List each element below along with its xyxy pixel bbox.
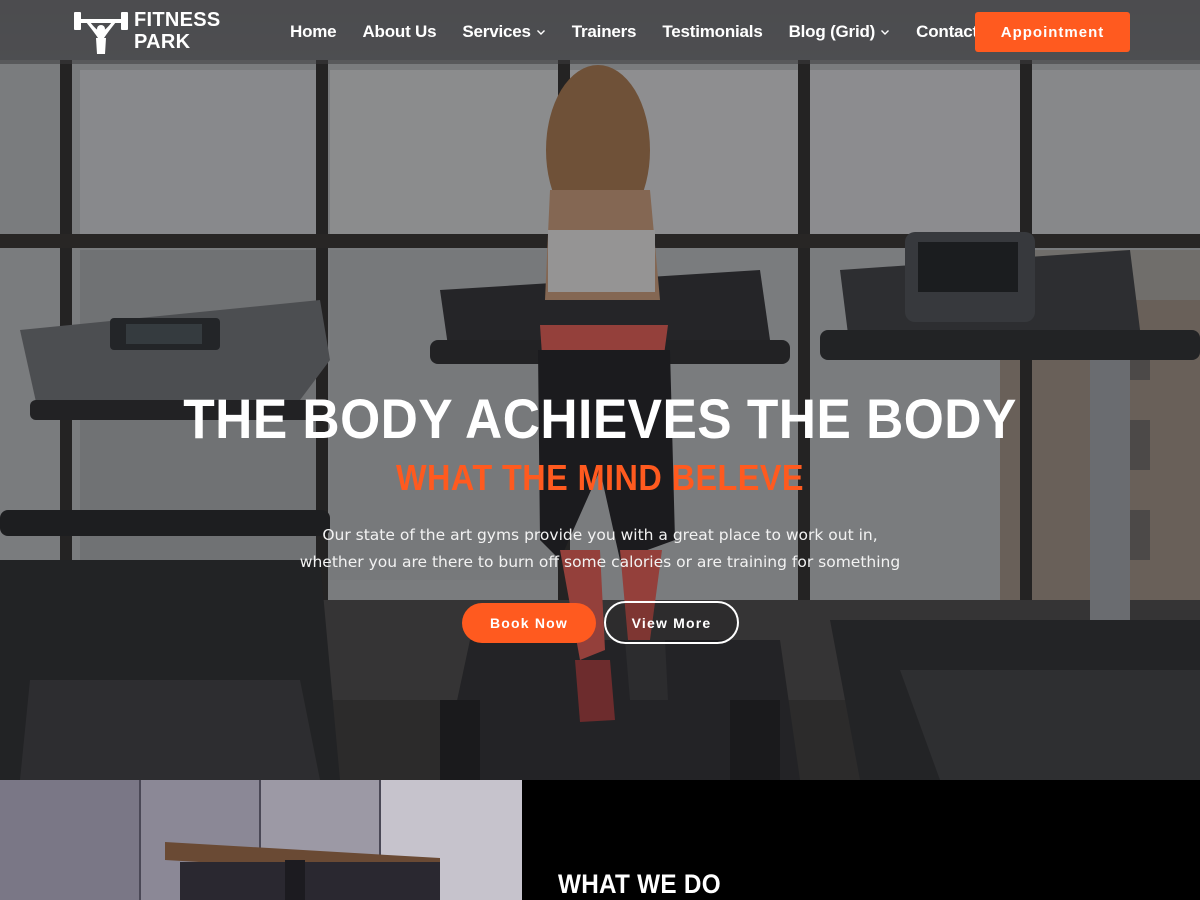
nav-item-home[interactable]: Home: [290, 22, 337, 42]
view-more-button[interactable]: View More: [604, 601, 739, 644]
weightlifter-icon: [74, 12, 128, 54]
gym-interior-image: [0, 780, 522, 900]
site-header: FITNESS PARK Home About Us Services Trai…: [0, 0, 1200, 64]
hero-title: THE BODY ACHIEVES THE BODY: [183, 387, 1017, 450]
nav-label: Blog (Grid): [788, 22, 876, 41]
nav-label: Testimonials: [662, 22, 763, 41]
nav-item-blog-grid[interactable]: Blog (Grid): [789, 22, 891, 42]
brand-name-line2: PARK: [134, 31, 191, 53]
chevron-down-icon: [881, 30, 890, 35]
nav-label: Services: [462, 22, 531, 41]
hero-description-line1: Our state of the art gyms provide you wi…: [322, 526, 878, 544]
nav-item-services[interactable]: Services: [462, 22, 545, 42]
hero-subtitle: WHAT THE MIND BELEVE: [395, 457, 804, 498]
hero-description-line2: whether you are there to burn off some c…: [299, 553, 901, 571]
nav-label: Home: [290, 22, 337, 41]
nav-item-about-us[interactable]: About Us: [362, 22, 436, 42]
nav-label: About Us: [362, 22, 437, 41]
nav-item-testimonials[interactable]: Testimonials: [662, 22, 762, 42]
nav-label: Trainers: [571, 22, 637, 41]
appointment-button[interactable]: Appointment: [975, 12, 1130, 52]
hero-content: THE BODY ACHIEVES THE BODY WHAT THE MIND…: [0, 0, 1200, 780]
hero-description: Our state of the art gyms provide you wi…: [250, 522, 950, 576]
book-now-button[interactable]: Book Now: [462, 603, 596, 643]
nav-item-trainers[interactable]: Trainers: [572, 22, 637, 42]
what-we-do-section: WHAT WE DO: [0, 780, 1200, 900]
section-heading: WHAT WE DO: [558, 869, 721, 899]
chevron-down-icon: [536, 30, 545, 35]
brand-name-line1: FITNESS: [134, 9, 221, 31]
brand-logo[interactable]: FITNESS PARK: [72, 8, 222, 56]
main-nav: Home About Us Services Trainers Testimon…: [290, 20, 1030, 44]
gym-photo: [0, 780, 522, 900]
